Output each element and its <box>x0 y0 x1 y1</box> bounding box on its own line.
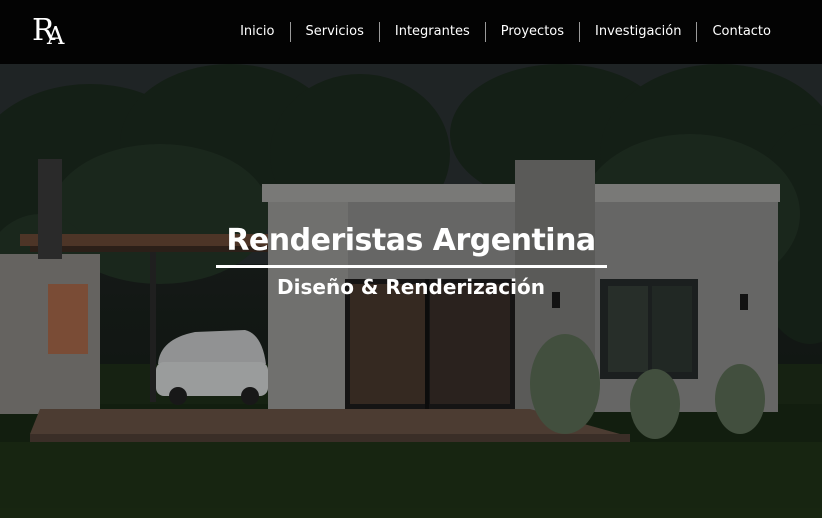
nav-item-servicios[interactable]: Servicios <box>291 21 379 43</box>
nav-item-inicio[interactable]: Inicio <box>225 21 289 43</box>
title-underline <box>216 265 607 268</box>
main-menu: Inicio Servicios Integrantes Proyectos I… <box>225 21 786 43</box>
nav-item-proyectos[interactable]: Proyectos <box>486 21 579 43</box>
hero-banner: Renderistas Argentina Diseño & Renderiza… <box>0 64 822 518</box>
hero-subtitle: Diseño & Renderización <box>277 275 545 299</box>
top-navbar: R A Inicio Servicios Integrantes Proyect… <box>0 0 822 64</box>
brand-logo[interactable]: R A <box>32 14 76 50</box>
nav-item-integrantes[interactable]: Integrantes <box>380 21 485 43</box>
nav-item-investigacion[interactable]: Investigación <box>580 21 696 43</box>
nav-item-contacto[interactable]: Contacto <box>697 21 786 43</box>
logo-letter-a: A <box>47 22 65 50</box>
hero-title: Renderistas Argentina <box>226 223 596 258</box>
